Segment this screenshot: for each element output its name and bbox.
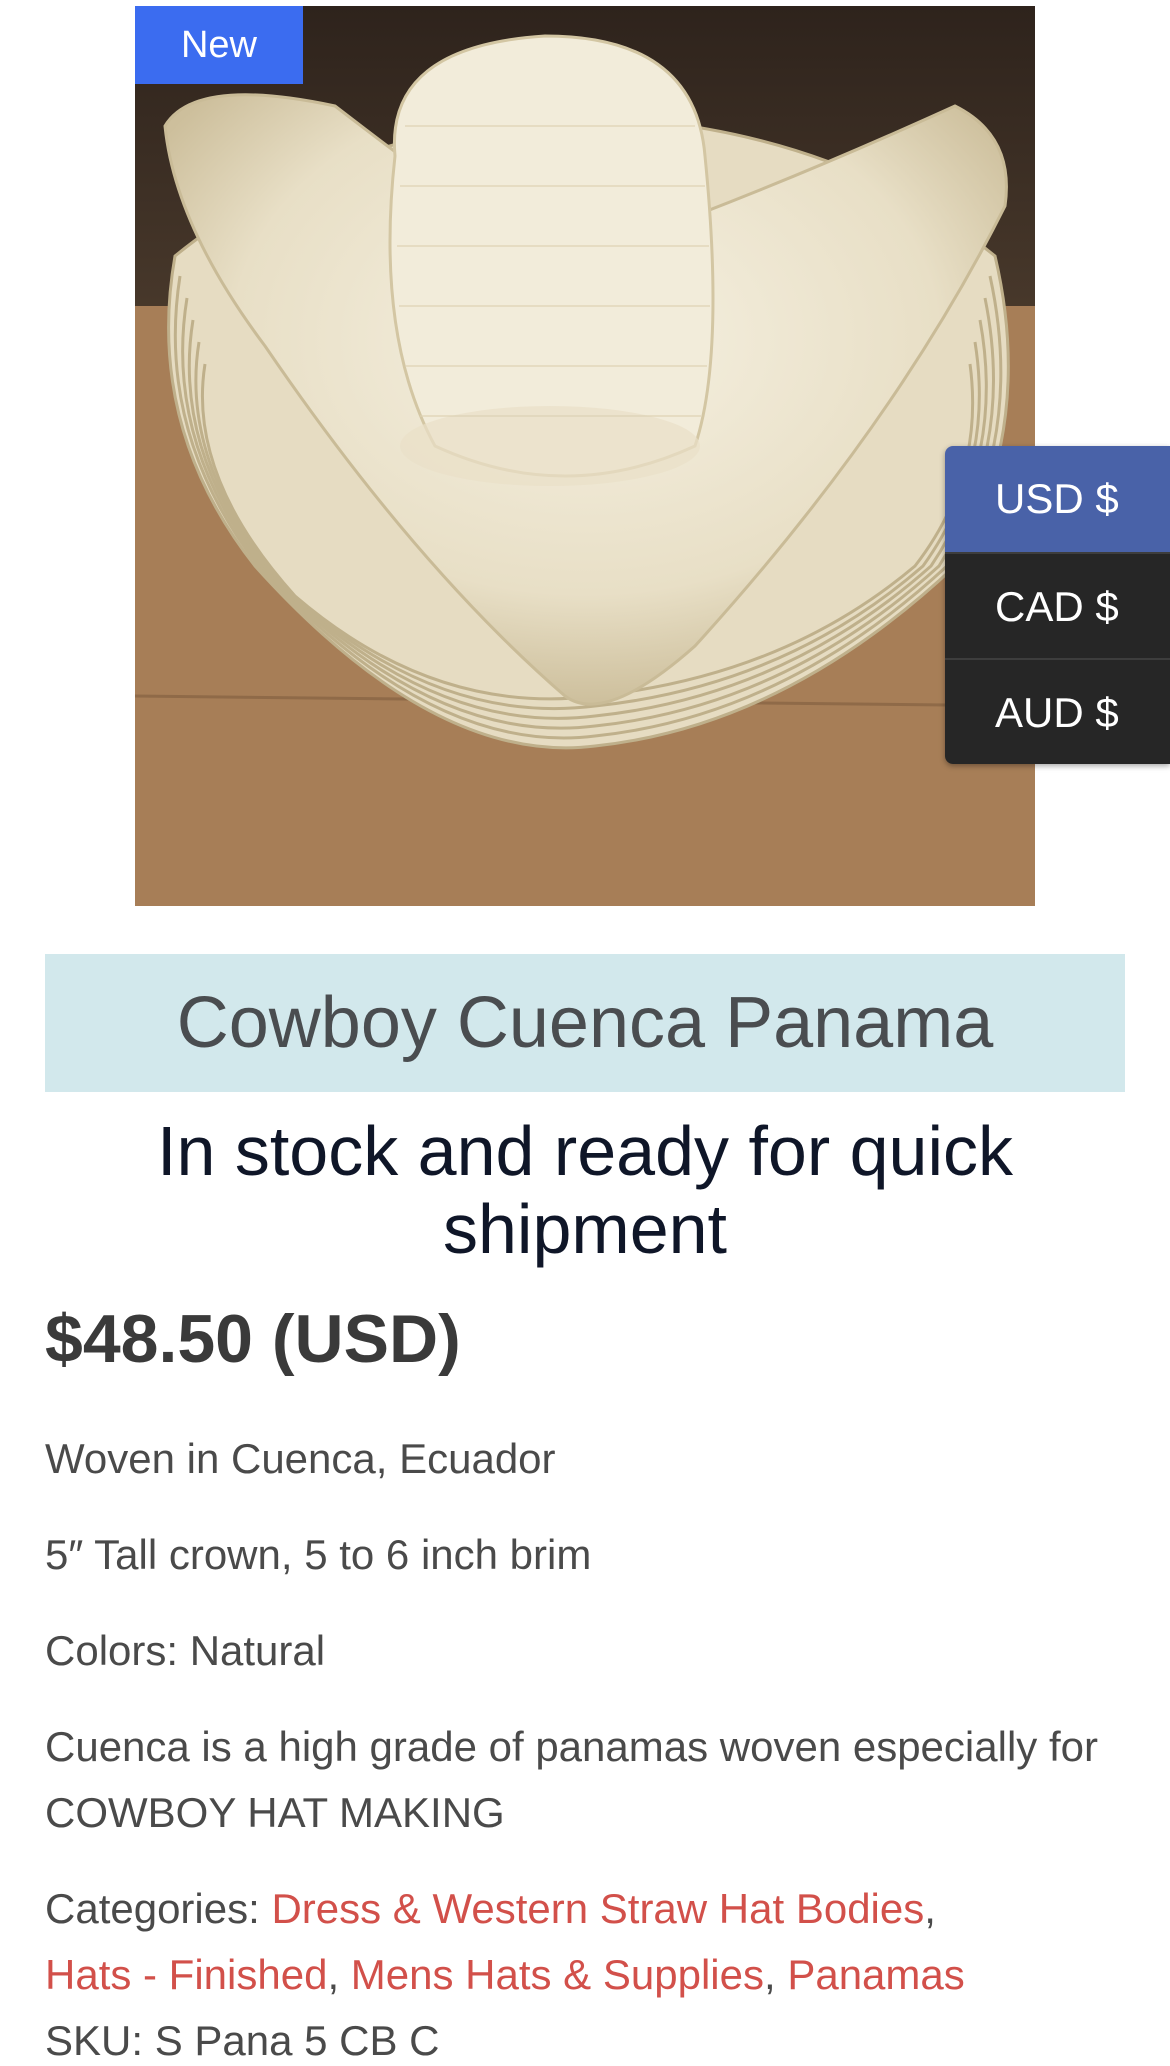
category-link-panamas[interactable]: Panamas (787, 1951, 964, 1998)
category-separator: , (327, 1951, 340, 1998)
product-page: New USD $ CAD $ AUD $ Cowboy Cuenca Pana… (0, 0, 1170, 2066)
hat-photo-illustration (135, 6, 1035, 906)
description-line-origin: Woven in Cuenca, Ecuador (45, 1435, 556, 1482)
description-line-size: 5″ Tall crown, 5 to 6 inch brim (45, 1531, 592, 1578)
category-link-hats-finished[interactable]: Hats - Finished (45, 1951, 327, 1998)
category-separator: , (924, 1885, 936, 1932)
product-sku: SKU: S Pana 5 CB C (45, 2008, 440, 2066)
description-line-grade: Cuenca is a high grade of panamas woven … (45, 1723, 1098, 1836)
currency-option-cad[interactable]: CAD $ (945, 552, 1170, 658)
product-categories: Categories: Dress & Western Straw Hat Bo… (45, 1876, 1145, 2008)
currency-option-aud[interactable]: AUD $ (945, 658, 1170, 764)
categories-label: Categories: (45, 1885, 260, 1932)
product-title: Cowboy Cuenca Panama (176, 983, 994, 1063)
sku-label: SKU: (45, 2017, 144, 2064)
sku-value: S Pana 5 CB C (154, 2017, 440, 2064)
category-link-straw-hat-bodies[interactable]: Dress & Western Straw Hat Bodies (271, 1885, 924, 1932)
stock-message: In stock and ready for quick shipment (157, 1112, 1013, 1268)
description-line-colors: Colors: Natural (45, 1627, 326, 1674)
product-price: $48.50 (USD) (45, 1301, 461, 1377)
currency-option-usd[interactable]: USD $ (945, 446, 1170, 552)
category-separator: , (763, 1951, 776, 1998)
category-link-mens-hats[interactable]: Mens Hats & Supplies (351, 1951, 764, 1998)
product-title-band: Cowboy Cuenca Panama (45, 954, 1125, 1092)
new-badge: New (135, 6, 303, 84)
product-image[interactable] (135, 6, 1035, 906)
currency-switcher: USD $ CAD $ AUD $ (945, 446, 1170, 764)
